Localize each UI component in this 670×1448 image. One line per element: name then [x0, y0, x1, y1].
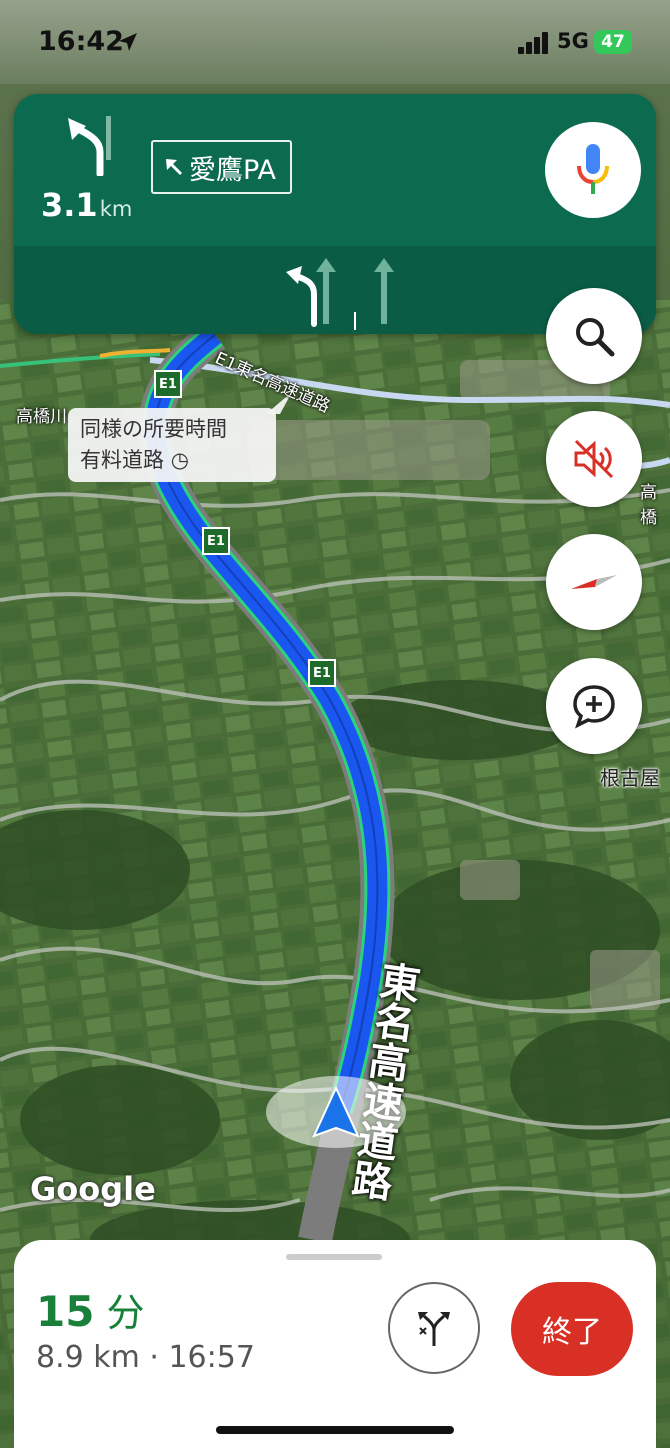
highway-shield: E1 — [308, 659, 336, 687]
maneuver-distance: 3.1km — [41, 186, 132, 224]
callout-line1: 同様の所要時間 — [80, 417, 227, 441]
lane-arrows-icon — [286, 258, 394, 330]
search-along-route-button[interactable] — [546, 288, 642, 384]
google-attribution: Google — [30, 1170, 156, 1208]
compass-button[interactable] — [546, 534, 642, 630]
place-label-takahashigawa: 高橋川 — [16, 407, 67, 427]
search-icon — [576, 318, 615, 357]
status-time: 16:42 — [38, 26, 124, 57]
alternate-routes-button[interactable] — [388, 1282, 480, 1374]
alternate-route-callout[interactable]: 同様の所要時間 有料道路 ◷ — [68, 408, 276, 482]
compass-icon — [571, 575, 617, 589]
place-label-takahashi: 高橋 — [640, 483, 657, 528]
sound-off-icon — [574, 439, 614, 479]
navigation-banner[interactable]: 3.1km 愛鷹PA — [14, 94, 656, 334]
next-maneuver[interactable]: 3.1km 愛鷹PA — [14, 94, 656, 246]
exit-navigation-button[interactable]: 終了 — [511, 1282, 633, 1376]
highway-shield: E1 — [154, 370, 182, 398]
trip-summary-sheet[interactable]: 15 分 8.9 km · 16:57 終了 — [14, 1240, 656, 1448]
location-arrow-icon — [119, 33, 137, 51]
place-label-negoya: 根古屋 — [600, 766, 660, 790]
distance-value: 3.1 — [41, 186, 98, 224]
status-bar: 16:42 5G 47 — [0, 0, 670, 84]
callout-line2: 有料道路 ◷ — [80, 448, 190, 472]
distance-unit: km — [99, 197, 133, 221]
battery-icon: 47 — [594, 30, 632, 54]
add-report-icon — [573, 685, 615, 729]
voice-search-button[interactable] — [545, 122, 641, 218]
battery-level: 47 — [601, 32, 625, 52]
cellular-signal-icon — [518, 32, 548, 54]
eta-duration: 15 分 — [36, 1282, 144, 1337]
turn-slight-left-icon — [68, 116, 111, 176]
trip-distance-arrival: 8.9 km · 16:57 — [36, 1340, 255, 1375]
exit-sign-label: 愛鷹PA — [189, 154, 277, 186]
alternate-routes-icon — [418, 1312, 450, 1346]
sheet-drag-handle[interactable] — [286, 1254, 382, 1260]
highway-shield: E1 — [202, 527, 230, 555]
microphone-icon — [577, 144, 609, 194]
add-report-button[interactable] — [546, 658, 642, 754]
network-type: 5G — [557, 29, 589, 53]
eta-minutes: 15 — [36, 1287, 95, 1336]
eta-unit: 分 — [106, 1291, 145, 1335]
home-indicator[interactable] — [216, 1426, 454, 1434]
mute-voice-button[interactable] — [546, 411, 642, 507]
toll-icon: ◷ — [170, 448, 190, 472]
exit-sign: 愛鷹PA — [151, 140, 293, 194]
current-location-arrow-icon — [266, 1076, 406, 1148]
arrow-up-left-icon — [166, 159, 183, 176]
